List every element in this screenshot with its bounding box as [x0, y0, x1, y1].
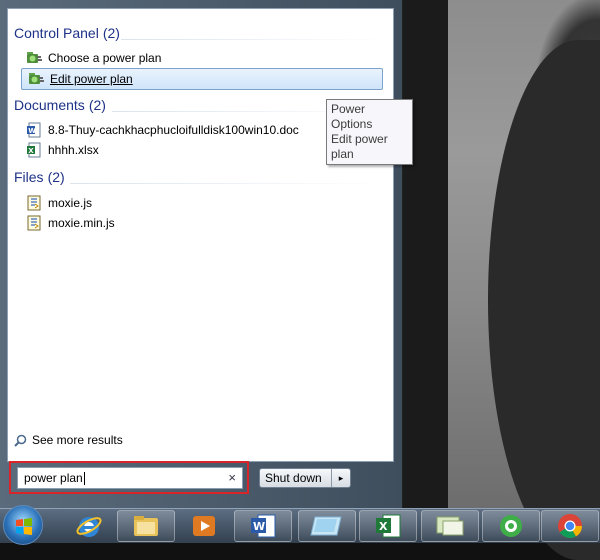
taskbar: W X	[0, 505, 600, 545]
google-chrome-icon[interactable]	[541, 510, 599, 542]
svg-text:X: X	[28, 147, 34, 155]
result-moxie-js[interactable]: moxie.js	[20, 193, 384, 213]
microsoft-excel-icon[interactable]: X	[359, 510, 417, 542]
result-edit-power-plan[interactable]: Edit power plan	[21, 68, 383, 90]
desktop-wallpaper-photo	[448, 0, 600, 560]
power-options-icon	[29, 73, 44, 84]
power-options-icon	[27, 52, 42, 63]
search-box-highlight: power plan ×	[9, 461, 249, 494]
clear-search-icon[interactable]: ×	[228, 470, 236, 485]
tooltip: Power Options Edit power plan	[326, 99, 413, 165]
search-results-panel: Control Panel (2) Choose a power plan Edi…	[7, 8, 394, 462]
text-caret	[83, 472, 85, 486]
windows-explorer-icon[interactable]	[117, 510, 175, 542]
word-document-icon: W	[27, 122, 41, 138]
result-moxie-min-js[interactable]: moxie.min.js	[20, 213, 384, 233]
svg-text:X: X	[379, 520, 388, 533]
script-file-icon	[27, 215, 41, 231]
internet-explorer-icon[interactable]	[60, 510, 118, 542]
group-title-documents: Documents (2)	[14, 97, 106, 113]
media-player-icon[interactable]	[175, 510, 233, 542]
app-window-icon[interactable]	[421, 510, 479, 542]
script-file-icon	[27, 195, 41, 211]
group-divider	[70, 183, 387, 184]
start-menu: Control Panel (2) Choose a power plan Edi…	[0, 0, 403, 508]
group-title-control-panel: Control Panel (2)	[14, 25, 120, 41]
windows-logo-icon	[16, 518, 32, 535]
microsoft-word-icon[interactable]: W	[234, 510, 292, 542]
greenshot-icon[interactable]	[482, 510, 540, 542]
shut-down-button[interactable]: Shut down ▸	[259, 468, 351, 488]
group-title-files: Files (2)	[14, 169, 65, 185]
excel-document-icon: X	[27, 142, 41, 158]
shut-down-options-arrow-icon[interactable]: ▸	[331, 469, 350, 487]
magnifier-icon	[14, 434, 27, 447]
svg-text:W: W	[253, 520, 265, 533]
start-orb[interactable]	[3, 505, 43, 545]
see-more-results-link[interactable]: See more results	[14, 433, 123, 447]
aero-window-icon[interactable]	[298, 510, 356, 542]
search-input[interactable]: power plan ×	[17, 467, 243, 489]
result-choose-power-plan[interactable]: Choose a power plan	[20, 48, 384, 68]
svg-text:W: W	[28, 127, 36, 135]
group-divider	[121, 39, 387, 40]
